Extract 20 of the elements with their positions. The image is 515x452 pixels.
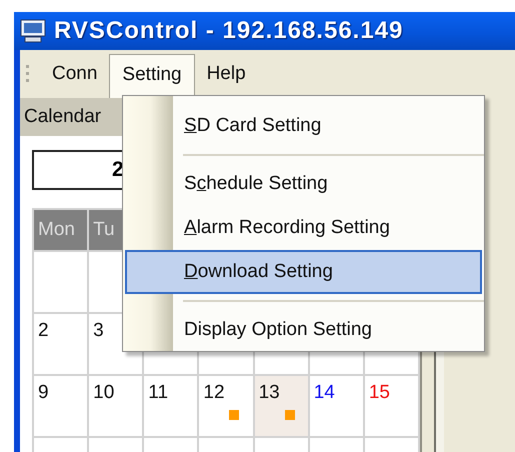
menu-item[interactable]: Download Setting (125, 250, 482, 294)
weekday-header: Mon (33, 209, 88, 251)
monitor-icon (20, 19, 46, 43)
menu-item[interactable]: Display Option Setting (125, 308, 482, 352)
day-number[interactable]: 11 (148, 382, 168, 403)
menu-item[interactable]: SD Card Setting (125, 104, 482, 148)
menu-item[interactable]: Conn (40, 54, 110, 94)
menu-item[interactable]: Setting (109, 54, 195, 98)
day-number[interactable]: 9 (38, 382, 49, 403)
day-number[interactable]: 2 (38, 320, 49, 341)
day-number[interactable]: 15 (368, 382, 390, 403)
day-number[interactable]: 3 (93, 320, 104, 341)
menu-item[interactable]: Help (194, 54, 258, 94)
window-title: RVSControl - 192.168.56.149 (54, 17, 404, 45)
day-number[interactable]: 14 (314, 382, 335, 403)
menu-item[interactable]: Schedule Setting (125, 162, 482, 206)
day-number[interactable]: 12 (203, 382, 225, 403)
day-number[interactable]: 13 (258, 382, 280, 403)
grip-icon (26, 64, 30, 84)
day-number[interactable]: 10 (93, 382, 114, 403)
